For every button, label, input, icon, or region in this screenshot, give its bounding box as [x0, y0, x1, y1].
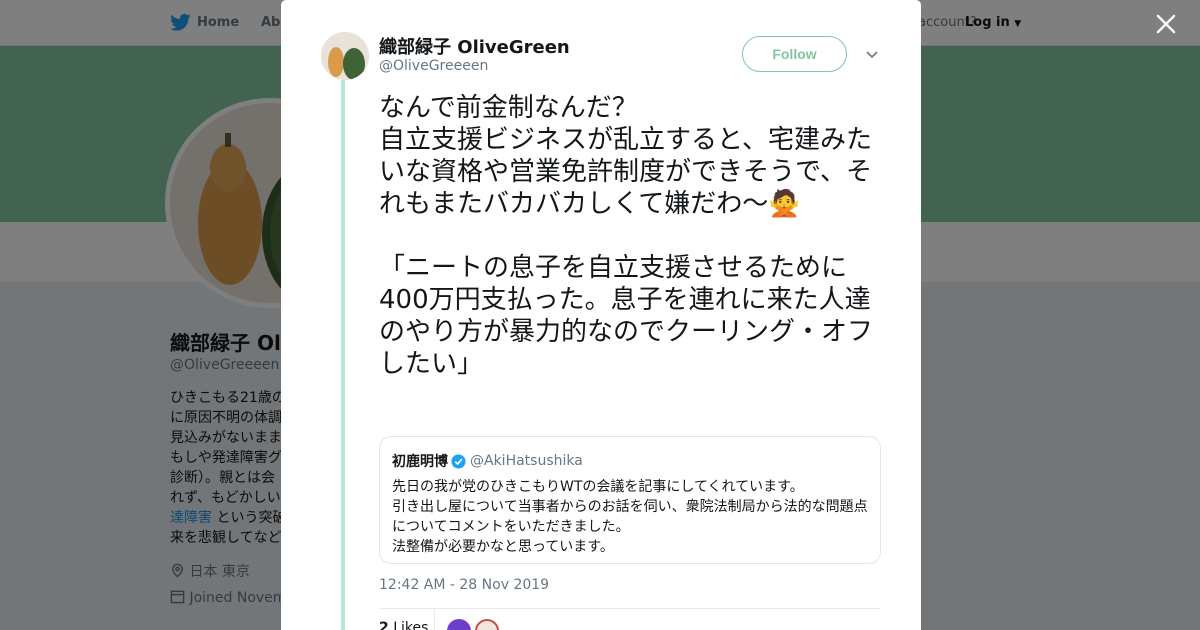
author-handle[interactable]: @OliveGreeeen [379, 58, 488, 74]
divider [434, 609, 435, 630]
quoted-tweet[interactable]: 初鹿明博 @AkiHatsushika 先日の我が党のひきこもりWTの会議を記事… [379, 436, 881, 564]
likes-label: Likes [393, 620, 429, 630]
quoted-author-handle: @AkiHatsushika [470, 453, 583, 469]
author-avatar[interactable] [321, 32, 369, 80]
tweet-text: なんで前金制なんだ？ 自立支援ビジネスが乱立すると、宅建みたいな資格や営業免許制… [379, 93, 874, 379]
squash-photo [321, 32, 369, 80]
thread-line [341, 80, 345, 630]
likes-number: 2 [379, 620, 389, 630]
quoted-author-name: 初鹿明博 [392, 454, 448, 470]
liker-avatar[interactable] [475, 619, 499, 630]
quoted-tweet-text: 先日の我が党のひきこもりWTの会議を記事にしてくれています。 引き出し屋について… [392, 479, 868, 555]
tweet-timestamp[interactable]: 12:42 AM - 28 Nov 2019 [379, 577, 549, 593]
follow-button[interactable]: Follow [742, 36, 847, 72]
chevron-down-icon[interactable] [864, 46, 880, 62]
close-icon[interactable] [1152, 10, 1180, 38]
liker-avatar[interactable] [447, 619, 471, 630]
quoted-tweet-header: 初鹿明博 @AkiHatsushika [392, 451, 868, 471]
divider [379, 608, 881, 609]
verified-badge-icon [451, 453, 466, 469]
likes-count[interactable]: 2 Likes [379, 620, 428, 630]
tweet-modal: 織部緑子 OliveGreen @OliveGreeeen Follow なんで… [281, 0, 921, 630]
author-name[interactable]: 織部緑子 OliveGreen [379, 33, 570, 59]
